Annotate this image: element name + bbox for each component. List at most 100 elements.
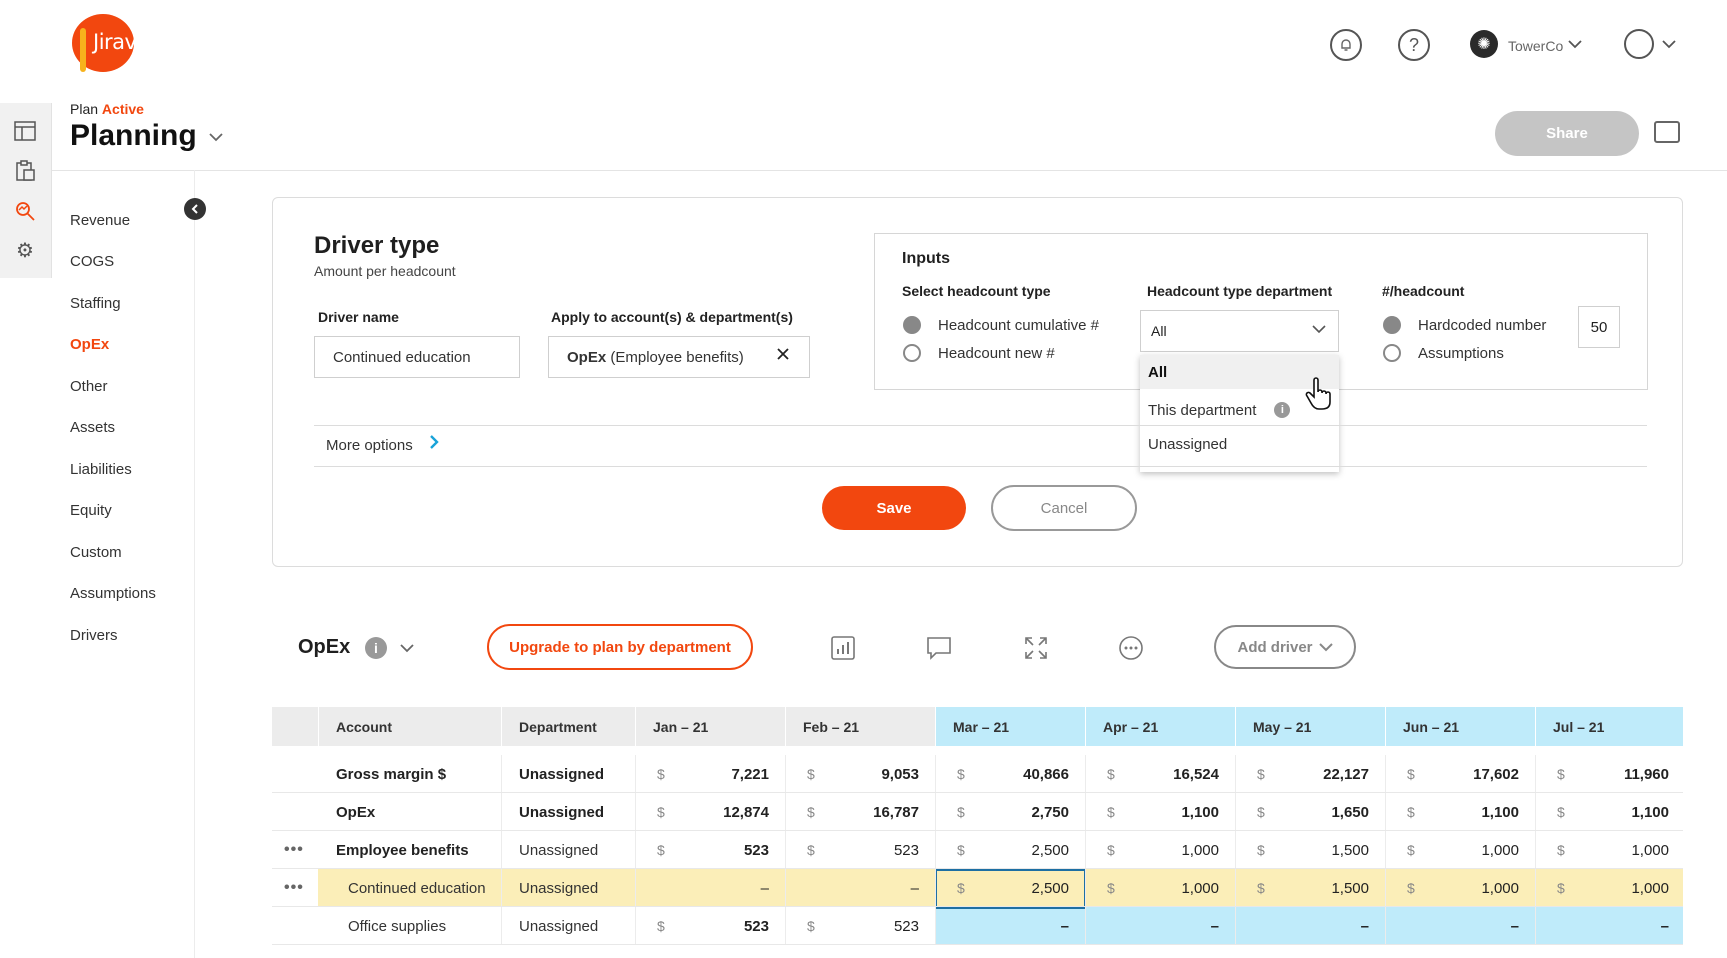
cell-feb[interactable]: 523 bbox=[822, 907, 919, 945]
column-header-mar[interactable]: Mar – 21 bbox=[935, 707, 1085, 746]
cell-may[interactable]: 1,500 bbox=[1272, 869, 1369, 907]
help-icon[interactable]: ? bbox=[1398, 29, 1430, 61]
nav-item-other[interactable]: Other bbox=[70, 378, 108, 395]
dropdown-option-unassigned[interactable]: Unassigned bbox=[1140, 427, 1339, 461]
clipboard-icon[interactable] bbox=[12, 158, 38, 184]
cell-may[interactable]: 22,127 bbox=[1272, 755, 1369, 793]
more-options-icon[interactable] bbox=[1117, 634, 1145, 662]
cell-may[interactable]: – bbox=[1272, 907, 1369, 945]
cell-mar[interactable]: 2,500 bbox=[972, 869, 1069, 907]
cell-feb[interactable]: 523 bbox=[822, 831, 919, 869]
gear-icon[interactable]: ⚙ bbox=[12, 237, 38, 263]
table-row[interactable]: OpEx Unassigned $12,874 $16,787 $2,750 $… bbox=[272, 793, 1683, 831]
column-header-apr[interactable]: Apr – 21 bbox=[1085, 707, 1235, 746]
table-row[interactable]: ••• Continued education Unassigned – – $… bbox=[272, 869, 1683, 907]
comment-icon[interactable] bbox=[925, 634, 953, 662]
table-row[interactable]: Office supplies Unassigned $523 $523 – –… bbox=[272, 907, 1683, 945]
row-menu-icon[interactable]: ••• bbox=[284, 831, 304, 869]
cell-jan[interactable]: 7,221 bbox=[672, 755, 769, 793]
cell-mar[interactable]: 2,500 bbox=[972, 831, 1069, 869]
nav-item-revenue[interactable]: Revenue bbox=[70, 212, 130, 229]
headcount-dept-select[interactable]: All bbox=[1140, 310, 1339, 352]
cell-jun[interactable]: 1,000 bbox=[1422, 831, 1519, 869]
org-name[interactable]: TowerCo bbox=[1508, 38, 1563, 54]
cell-mar[interactable]: 40,866 bbox=[972, 755, 1069, 793]
cell-mar[interactable]: – bbox=[972, 907, 1069, 945]
cell-jan[interactable]: – bbox=[672, 869, 769, 907]
cell-jul[interactable]: 1,100 bbox=[1572, 793, 1669, 831]
analysis-icon[interactable] bbox=[12, 198, 38, 224]
column-header-jun[interactable]: Jun – 21 bbox=[1385, 707, 1535, 746]
save-button[interactable]: Save bbox=[822, 486, 966, 530]
per-headcount-input[interactable]: 50 bbox=[1578, 306, 1620, 348]
chevron-right-icon[interactable] bbox=[428, 433, 440, 457]
comment-icon[interactable] bbox=[1654, 121, 1680, 143]
cell-jun[interactable]: 1,000 bbox=[1422, 869, 1519, 907]
chevron-down-icon[interactable] bbox=[1568, 38, 1582, 52]
table-row[interactable]: ••• Employee benefits Unassigned $523 $5… bbox=[272, 831, 1683, 869]
bell-icon[interactable] bbox=[1330, 29, 1362, 61]
column-header-jul[interactable]: Jul – 21 bbox=[1535, 707, 1683, 746]
column-header-may[interactable]: May – 21 bbox=[1235, 707, 1385, 746]
cell-apr[interactable]: 1,000 bbox=[1122, 869, 1219, 907]
more-options-link[interactable]: More options bbox=[326, 437, 413, 454]
chart-icon[interactable] bbox=[829, 634, 857, 662]
nav-item-assumptions[interactable]: Assumptions bbox=[70, 585, 156, 602]
radio-headcount-new[interactable] bbox=[903, 344, 921, 362]
radio-hardcoded-number[interactable] bbox=[1383, 316, 1401, 334]
cell-feb[interactable]: 16,787 bbox=[822, 793, 919, 831]
add-driver-button[interactable]: Add driver bbox=[1214, 625, 1356, 669]
nav-item-liabilities[interactable]: Liabilities bbox=[70, 461, 132, 478]
nav-item-drivers[interactable]: Drivers bbox=[70, 627, 118, 644]
chevron-down-icon[interactable] bbox=[208, 130, 224, 148]
radio-assumptions[interactable] bbox=[1383, 344, 1401, 362]
cell-jun[interactable]: – bbox=[1422, 907, 1519, 945]
cell-apr[interactable]: 1,000 bbox=[1122, 831, 1219, 869]
column-header-account[interactable]: Account bbox=[318, 707, 501, 746]
cell-feb[interactable]: – bbox=[822, 869, 919, 907]
table-row[interactable]: Gross margin $ Unassigned $7,221 $9,053 … bbox=[272, 755, 1683, 793]
nav-item-assets[interactable]: Assets bbox=[70, 419, 115, 436]
column-header-department[interactable]: Department bbox=[501, 707, 635, 746]
cell-jan[interactable]: 523 bbox=[672, 907, 769, 945]
cancel-button[interactable]: Cancel bbox=[991, 485, 1137, 531]
cell-jul[interactable]: 11,960 bbox=[1572, 755, 1669, 793]
cell-feb[interactable]: 9,053 bbox=[822, 755, 919, 793]
info-icon[interactable]: i bbox=[1274, 402, 1291, 418]
cell-jun[interactable]: 1,100 bbox=[1422, 793, 1519, 831]
nav-item-equity[interactable]: Equity bbox=[70, 502, 112, 519]
close-icon[interactable] bbox=[776, 345, 790, 366]
nav-item-staffing[interactable]: Staffing bbox=[70, 295, 121, 312]
row-menu-icon[interactable]: ••• bbox=[284, 869, 304, 907]
collapse-nav-icon[interactable] bbox=[184, 198, 206, 220]
layout-icon[interactable] bbox=[12, 118, 38, 144]
cell-mar[interactable]: 2,750 bbox=[972, 793, 1069, 831]
cell-apr[interactable]: 1,100 bbox=[1122, 793, 1219, 831]
share-button[interactable]: Share bbox=[1495, 111, 1639, 156]
chevron-down-icon[interactable] bbox=[400, 640, 414, 656]
cell-jun[interactable]: 17,602 bbox=[1422, 755, 1519, 793]
user-avatar-icon[interactable] bbox=[1624, 29, 1654, 59]
cell-jan[interactable]: 523 bbox=[672, 831, 769, 869]
cell-jul[interactable]: 1,000 bbox=[1572, 831, 1669, 869]
column-header-jan[interactable]: Jan – 21 bbox=[635, 707, 785, 746]
cell-may[interactable]: 1,500 bbox=[1272, 831, 1369, 869]
cell-apr[interactable]: – bbox=[1122, 907, 1219, 945]
nav-item-cogs[interactable]: COGS bbox=[70, 253, 114, 270]
upgrade-button[interactable]: Upgrade to plan by department bbox=[487, 624, 753, 670]
org-avatar-icon[interactable]: ✺ bbox=[1470, 30, 1498, 58]
cell-apr[interactable]: 16,524 bbox=[1122, 755, 1219, 793]
nav-item-opex[interactable]: OpEx bbox=[70, 336, 109, 353]
radio-headcount-cumulative[interactable] bbox=[903, 316, 921, 334]
chevron-down-icon[interactable] bbox=[1662, 38, 1676, 52]
cell-jul[interactable]: – bbox=[1572, 907, 1669, 945]
driver-name-input[interactable]: Continued education bbox=[314, 336, 520, 378]
nav-item-custom[interactable]: Custom bbox=[70, 544, 122, 561]
cell-jan[interactable]: 12,874 bbox=[672, 793, 769, 831]
expand-icon[interactable] bbox=[1022, 634, 1050, 662]
info-icon[interactable]: i bbox=[365, 637, 387, 659]
column-header-feb[interactable]: Feb – 21 bbox=[785, 707, 935, 746]
apply-accounts-field[interactable]: OpEx (Employee benefits) bbox=[548, 336, 810, 378]
cell-may[interactable]: 1,650 bbox=[1272, 793, 1369, 831]
cell-jul[interactable]: 1,000 bbox=[1572, 869, 1669, 907]
